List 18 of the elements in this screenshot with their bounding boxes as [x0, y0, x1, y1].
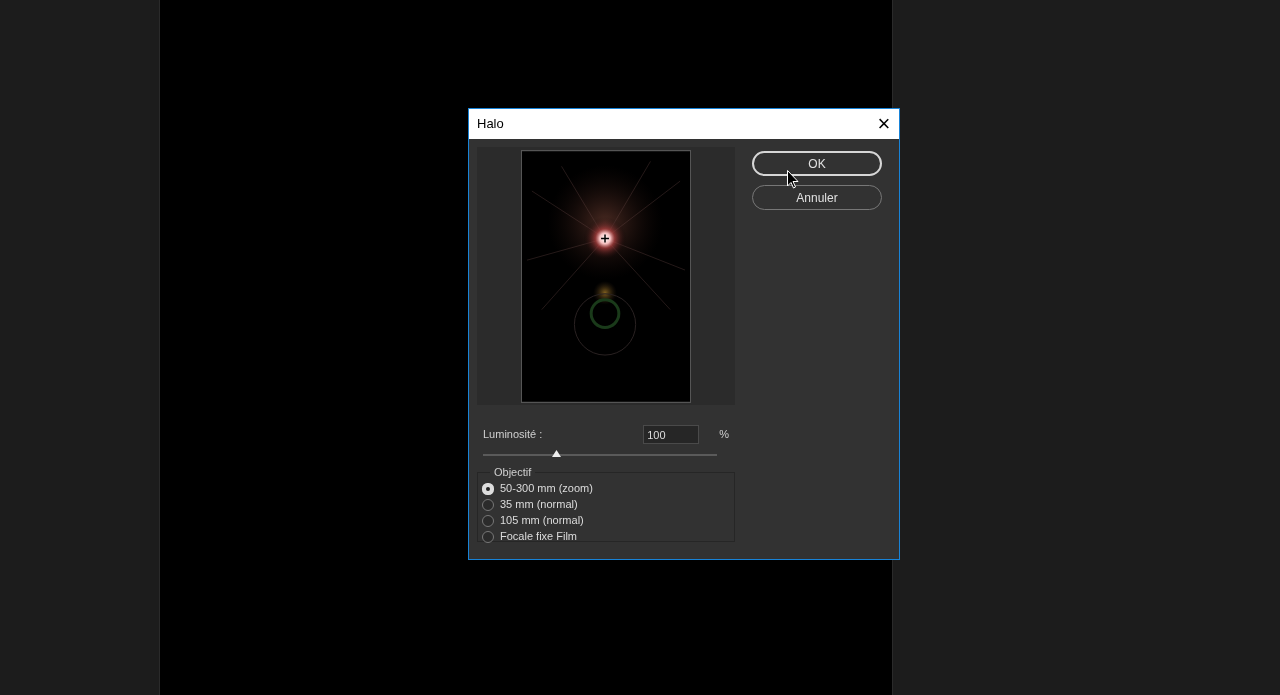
close-button[interactable]: × — [869, 109, 899, 139]
brightness-slider[interactable] — [483, 450, 717, 458]
unit-label: % — [719, 427, 729, 443]
slider-thumb[interactable] — [551, 450, 561, 457]
dialog-button[interactable]: OK — [752, 151, 882, 176]
radio-button[interactable] — [482, 530, 494, 543]
radio-button[interactable] — [482, 498, 494, 511]
lens-flare-drawing[interactable] — [521, 149, 691, 403]
mouse-cursor-icon — [787, 170, 799, 189]
radio-option[interactable]: 50-300 mm (zoom) — [482, 480, 730, 497]
window-title: Halo — [477, 115, 504, 134]
brightness-input[interactable]: 100 — [643, 425, 700, 444]
group-legend: Objectif — [490, 464, 536, 481]
radio-option[interactable]: 105 mm (normal) — [482, 512, 730, 529]
radio-button[interactable] — [482, 514, 494, 527]
brightness-label: Luminosité : — [483, 427, 544, 443]
radio-option[interactable]: 35 mm (normal) — [482, 496, 730, 513]
radio-option[interactable]: Focale fixe Film — [482, 528, 730, 545]
